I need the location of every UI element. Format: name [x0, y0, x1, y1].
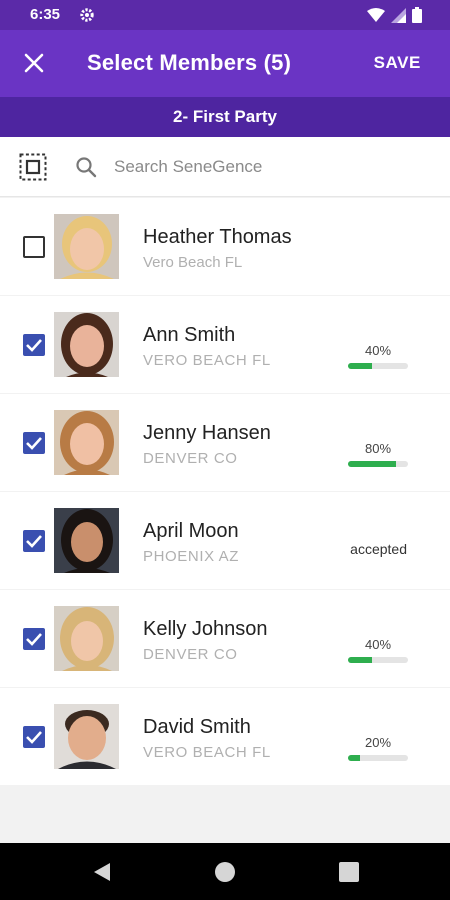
progress-percent: 20%	[364, 735, 392, 750]
member-name: David Smith	[143, 716, 251, 738]
wifi-icon	[367, 7, 385, 28]
member-location: DENVER CO	[143, 450, 238, 467]
member-location: PHOENIX AZ	[143, 548, 240, 565]
search-row	[0, 137, 450, 197]
party-title: 2- First Party	[173, 107, 277, 126]
sub-header: 2- First Party	[0, 97, 450, 137]
member-checkbox[interactable]	[23, 726, 45, 748]
avatar	[54, 606, 119, 671]
avatar	[54, 410, 119, 475]
progress-track	[348, 363, 408, 369]
progress-indicator: 40%	[348, 343, 408, 369]
avatar	[54, 214, 119, 279]
member-checkbox[interactable]	[23, 432, 45, 454]
avatar	[54, 508, 119, 573]
member-checkbox[interactable]	[23, 236, 45, 258]
member-location: VERO BEACH FL	[143, 352, 271, 369]
avatar	[54, 704, 119, 769]
progress-fill	[348, 363, 372, 369]
member-name: Jenny Hansen	[143, 422, 271, 444]
progress-track	[348, 657, 408, 663]
member-name: Heather Thomas	[143, 226, 292, 248]
app-bar: Select Members (5) SAVE	[0, 30, 450, 97]
member-name: Ann Smith	[143, 324, 236, 346]
close-icon[interactable]	[22, 51, 46, 75]
member-location: VERO BEACH FL	[143, 744, 271, 761]
progress-track	[348, 755, 408, 761]
search-input[interactable]	[114, 153, 414, 181]
battery-icon	[412, 7, 422, 28]
recents-icon[interactable]	[339, 862, 359, 882]
progress-track	[348, 461, 408, 467]
progress-fill	[348, 755, 360, 761]
list-item[interactable]: April Moon PHOENIX AZ accepted	[0, 492, 450, 589]
signal-icon	[391, 7, 406, 28]
back-icon[interactable]	[92, 862, 112, 887]
select-all-icon[interactable]	[19, 153, 47, 181]
progress-percent: 40%	[364, 343, 392, 358]
member-checkbox[interactable]	[23, 334, 45, 356]
list-item[interactable]: Ann Smith VERO BEACH FL 40%	[0, 296, 450, 393]
progress-fill	[348, 461, 396, 467]
member-location: Vero Beach FL	[143, 254, 243, 271]
member-list: Heather Thomas Vero Beach FL Ann Smith V…	[0, 198, 450, 786]
progress-indicator: 40%	[348, 637, 408, 663]
status-time: 6:35	[30, 6, 61, 23]
member-name: Kelly Johnson	[143, 618, 268, 640]
avatar	[54, 312, 119, 377]
save-button[interactable]: SAVE	[374, 53, 421, 73]
list-item[interactable]: Jenny Hansen DENVER CO 80%	[0, 394, 450, 491]
search-icon[interactable]	[75, 156, 97, 178]
home-icon[interactable]	[215, 862, 235, 882]
progress-indicator: 80%	[348, 441, 408, 467]
progress-fill	[348, 657, 372, 663]
progress-percent: 40%	[364, 637, 392, 652]
list-item[interactable]: David Smith VERO BEACH FL 20%	[0, 688, 450, 785]
list-item[interactable]: Kelly Johnson DENVER CO 40%	[0, 590, 450, 687]
status-label: accepted	[350, 541, 407, 557]
status-bar: 6:35	[0, 0, 450, 30]
system-nav-bar	[0, 843, 450, 900]
page-title: Select Members (5)	[87, 50, 292, 75]
list-item[interactable]: Heather Thomas Vero Beach FL	[0, 198, 450, 295]
progress-indicator: 20%	[348, 735, 408, 761]
member-checkbox[interactable]	[23, 628, 45, 650]
gear-icon	[79, 7, 95, 28]
member-name: April Moon	[143, 520, 239, 542]
progress-percent: 80%	[364, 441, 392, 456]
member-checkbox[interactable]	[23, 530, 45, 552]
member-location: DENVER CO	[143, 646, 238, 663]
